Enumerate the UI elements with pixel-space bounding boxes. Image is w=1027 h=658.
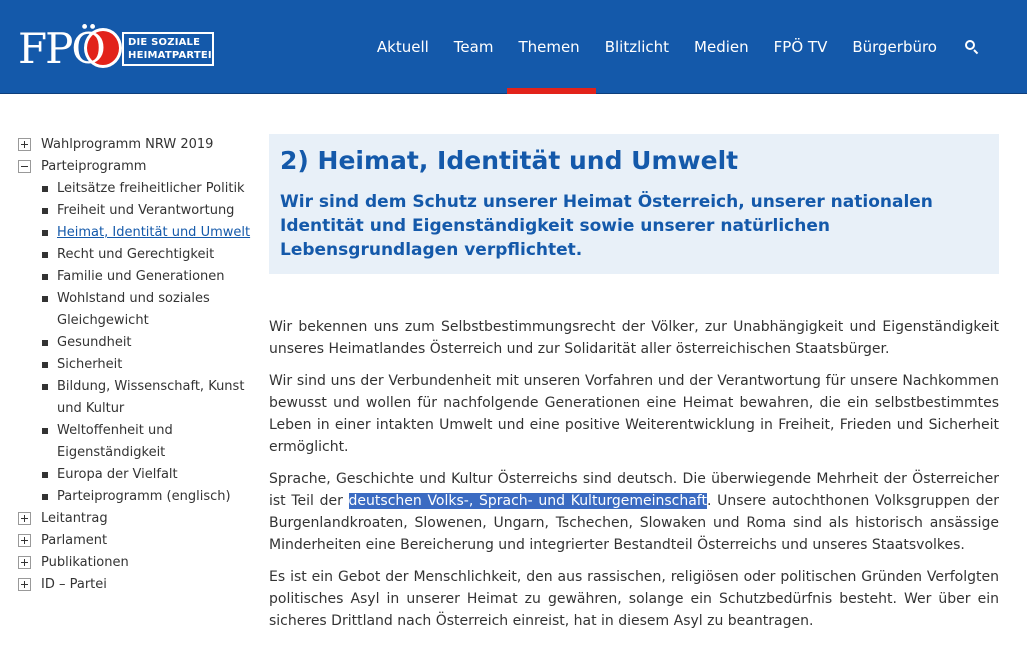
bullet-icon [42,186,48,192]
tree-item-leitantrag[interactable]: Leitantrag [18,508,258,530]
page-subtitle: Wir sind dem Schutz unserer Heimat Öster… [280,192,933,260]
nav-themen[interactable]: Themen [507,0,597,94]
nav-blitzlicht[interactable]: Blitzlicht [605,0,669,94]
nav-buergerbuero[interactable]: Bürgerbüro [852,0,937,94]
tree-subitem[interactable]: Familie und Generationen [42,266,258,288]
tree-subitem[interactable]: Europa der Vielfalt [42,464,258,486]
expand-plus-icon[interactable] [18,138,31,151]
tree-subitem-label[interactable]: Wohlstand und soziales Gleichgewicht [57,288,258,332]
tree-subitem[interactable]: Weltoffenheit und Eigenständigkeit [42,420,258,464]
tree-subitem-label[interactable]: Weltoffenheit und Eigenständigkeit [57,420,258,464]
tree-subitem-label[interactable]: Parteiprogramm (englisch) [57,486,258,508]
tree-subitem[interactable]: Wohlstand und soziales Gleichgewicht [42,288,258,332]
tree-item-parteiprogramm[interactable]: Parteiprogramm [18,156,258,178]
sidebar-tree: Wahlprogramm NRW 2019 Parteiprogramm Lei… [18,134,258,596]
tree-item-label[interactable]: Parlament [41,530,107,552]
tree-subitem-label[interactable]: Bildung, Wissenschaft, Kunst und Kultur [57,376,258,420]
nav-aktuell[interactable]: Aktuell [377,0,429,94]
tree-item-publikationen[interactable]: Publikationen [18,552,258,574]
main-nav: Aktuell Team Themen Blitzlicht Medien FP… [352,0,979,94]
bullet-icon [42,274,48,280]
logo-tagline-line-2: HEIMATPARTEI [128,50,212,61]
tree-item-id-partei[interactable]: ID – Partei [18,574,258,596]
paragraph-4: Es ist ein Gebot der Menschlichkeit, den… [269,569,999,629]
tree-item-parlament[interactable]: Parlament [18,530,258,552]
article-body: Wir bekennen uns zum Selbstbestimmungsre… [269,316,999,642]
tree-subitem-label[interactable]: Recht und Gerechtigkeit [57,244,258,266]
fpo-logo[interactable]: FPÖ DIE SOZIALE HEIMATPARTEI [18,26,218,74]
bullet-icon [42,252,48,258]
expand-plus-icon[interactable] [18,556,31,569]
bullet-icon [42,230,48,236]
page-title: 2) Heimat, Identität und Umwelt [280,146,739,175]
collapse-minus-icon[interactable] [18,160,31,173]
bullet-icon [42,296,48,302]
tree-subitem[interactable]: Gesundheit [42,332,258,354]
logo-tagline: DIE SOZIALE HEIMATPARTEI [122,32,214,66]
tree-item-label[interactable]: Leitantrag [41,508,108,530]
site-header: FPÖ DIE SOZIALE HEIMATPARTEI Aktuell Tea… [0,0,1027,94]
tree-subitem[interactable]: Bildung, Wissenschaft, Kunst und Kultur [42,376,258,420]
paragraph-3: Sprache, Geschichte und Kultur Österreic… [269,468,999,556]
tree-subitem-label[interactable]: Sicherheit [57,354,258,376]
headline-box: 2) Heimat, Identität und Umwelt Wir sind… [269,134,999,274]
bullet-icon [42,384,48,390]
bullet-icon [42,208,48,214]
nav-medien[interactable]: Medien [694,0,749,94]
tree-subitem[interactable]: Sicherheit [42,354,258,376]
tree-subitem[interactable]: Leitsätze freiheitlicher Politik [42,178,258,200]
search-icon-lens [965,40,975,50]
logo-wordmark: FPÖ [18,24,106,73]
tree-subitem[interactable]: Recht und Gerechtigkeit [42,244,258,266]
tree-subitem-label[interactable]: Heimat, Identität und Umwelt [57,222,258,244]
tree-subitems: Leitsätze freiheitlicher Politik Freihei… [18,178,258,508]
expand-plus-icon[interactable] [18,512,31,525]
expand-plus-icon[interactable] [18,534,31,547]
expand-plus-icon[interactable] [18,578,31,591]
tree-item-wahlprogramm[interactable]: Wahlprogramm NRW 2019 [18,134,258,156]
tree-subitem[interactable]: Freiheit und Verantwortung [42,200,258,222]
tree-subitem-current[interactable]: Heimat, Identität und Umwelt [42,222,258,244]
bullet-icon [42,472,48,478]
tree-subitem-label[interactable]: Familie und Generationen [57,266,258,288]
tree-subitem-label[interactable]: Leitsätze freiheitlicher Politik [57,178,258,200]
tree-subitem-label[interactable]: Gesundheit [57,332,258,354]
bullet-icon [42,494,48,500]
tree-item-label[interactable]: ID – Partei [41,574,107,596]
paragraph-2: Wir sind uns der Verbundenheit mit unser… [269,373,999,455]
bullet-icon [42,428,48,434]
bullet-icon [42,362,48,368]
search-icon-handle [973,49,979,55]
paragraph-1: Wir bekennen uns zum Selbstbestimmungsre… [269,319,999,357]
tree-item-label[interactable]: Wahlprogramm NRW 2019 [41,134,213,156]
search-icon[interactable] [965,40,979,55]
selected-text-highlight[interactable]: deutschen Volks-, Sprach- und Kulturgeme… [348,493,707,509]
tree-subitem-label[interactable]: Freiheit und Verantwortung [57,200,258,222]
bullet-icon [42,340,48,346]
tree-subitem[interactable]: Parteiprogramm (englisch) [42,486,258,508]
nav-fpo-tv[interactable]: FPÖ TV [774,0,828,94]
logo-tagline-line-1: DIE SOZIALE [128,37,201,48]
tree-item-label[interactable]: Publikationen [41,552,129,574]
tree-subitem-label[interactable]: Europa der Vielfalt [57,464,258,486]
tree-item-label[interactable]: Parteiprogramm [41,156,146,178]
nav-team[interactable]: Team [454,0,494,94]
